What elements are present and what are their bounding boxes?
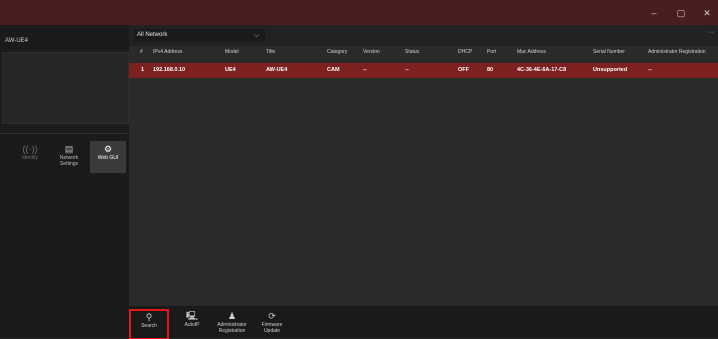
autoip-label: AutoIP [184,322,200,328]
administrator-registration-label: Administrator Registration [217,322,247,334]
autoip-button[interactable]: 🖳 AutoIP [173,309,211,338]
column-header[interactable]: Category [327,45,347,60]
column-header[interactable]: Version [363,45,380,60]
column-header[interactable]: Administrator Registration [648,45,706,60]
camera-preview [2,52,129,124]
restore-button[interactable]: ▢ [670,6,692,20]
firmware-update-button[interactable]: ⟳ Firmware Update [253,309,291,338]
firmware-update-label: Firmware Update [261,322,283,334]
mac-address: 4C-36-4E-6A-17-C8 [517,67,567,73]
identify-button[interactable]: ((·)) Identify [12,141,48,173]
title: AW-UE4 [266,67,288,73]
auto-ip-icon: 🖳 [185,311,198,321]
search-label: Search [141,323,157,329]
table-header: # IPv4 Address Model Title Category Vers… [129,45,718,60]
filter-bar: All Network ⌵ ··· [129,25,718,46]
column-header[interactable]: # [140,45,143,60]
column-header[interactable]: Model [225,45,239,60]
device-list-pane: All Network ⌵ ··· # IPv4 Address Model T… [129,25,718,306]
web-gui-button[interactable]: ⚙ Web GUI [90,141,126,173]
administrator-registration-button[interactable]: ♟ Administrator Registration [213,309,251,338]
search-button[interactable]: ⚲ Search [129,309,169,339]
title-bar: – ▢ ✕ [0,0,718,25]
column-header[interactable]: Serial Number [593,45,625,60]
column-header[interactable]: Title [266,45,275,60]
device-detail-pane: AW-UE4 ((·)) Identify ▤ Network Settings… [0,25,129,338]
dhcp: OFF [458,67,469,73]
identify-label: Identify [21,155,39,161]
refresh-icon: ⟳ [268,311,276,321]
network-select-value: All Network [137,32,168,38]
administrator-registration: -- [648,67,652,73]
column-header[interactable]: DHCP [458,45,472,60]
device-name: AW-UE4 [5,38,29,44]
network-settings-button[interactable]: ▤ Network Settings [51,141,87,173]
web-gui-label: Web GUI [97,155,119,161]
column-header[interactable]: Status [405,45,419,60]
ipv4-address: 192.168.0.10 [153,67,186,73]
column-header[interactable]: Port [487,45,496,60]
version: -- [363,67,367,73]
row-index: 1 [141,67,145,73]
web-gui-icon: ⚙ [103,144,113,154]
column-header[interactable]: IPv4 Address [153,45,182,60]
action-bar: ⚲ Search 🖳 AutoIP ♟ Administrator Regist… [129,306,718,339]
close-button[interactable]: ✕ [696,6,718,20]
search-icon: ⚲ [145,312,153,322]
serial-number: Unsupported [593,67,628,73]
chevron-down-icon: ⌵ [253,32,259,39]
minimize-button[interactable]: – [643,6,665,20]
status: -- [405,67,409,73]
column-header[interactable]: Mac Address [517,45,546,60]
table-row[interactable]: 1 192.168.0.10 UE4 AW-UE4 CAM -- -- OFF … [129,63,718,78]
network-settings-icon: ▤ [64,144,74,154]
divider [0,133,129,134]
user-icon: ♟ [227,311,237,321]
model: UE4 [225,67,236,73]
network-settings-label: Network Settings [59,155,79,167]
port: 80 [487,67,494,73]
more-options-icon[interactable]: ··· [707,29,714,36]
category: CAM [327,67,340,73]
antenna-icon: ((·)) [22,144,38,154]
network-select[interactable]: All Network ⌵ [134,29,265,42]
